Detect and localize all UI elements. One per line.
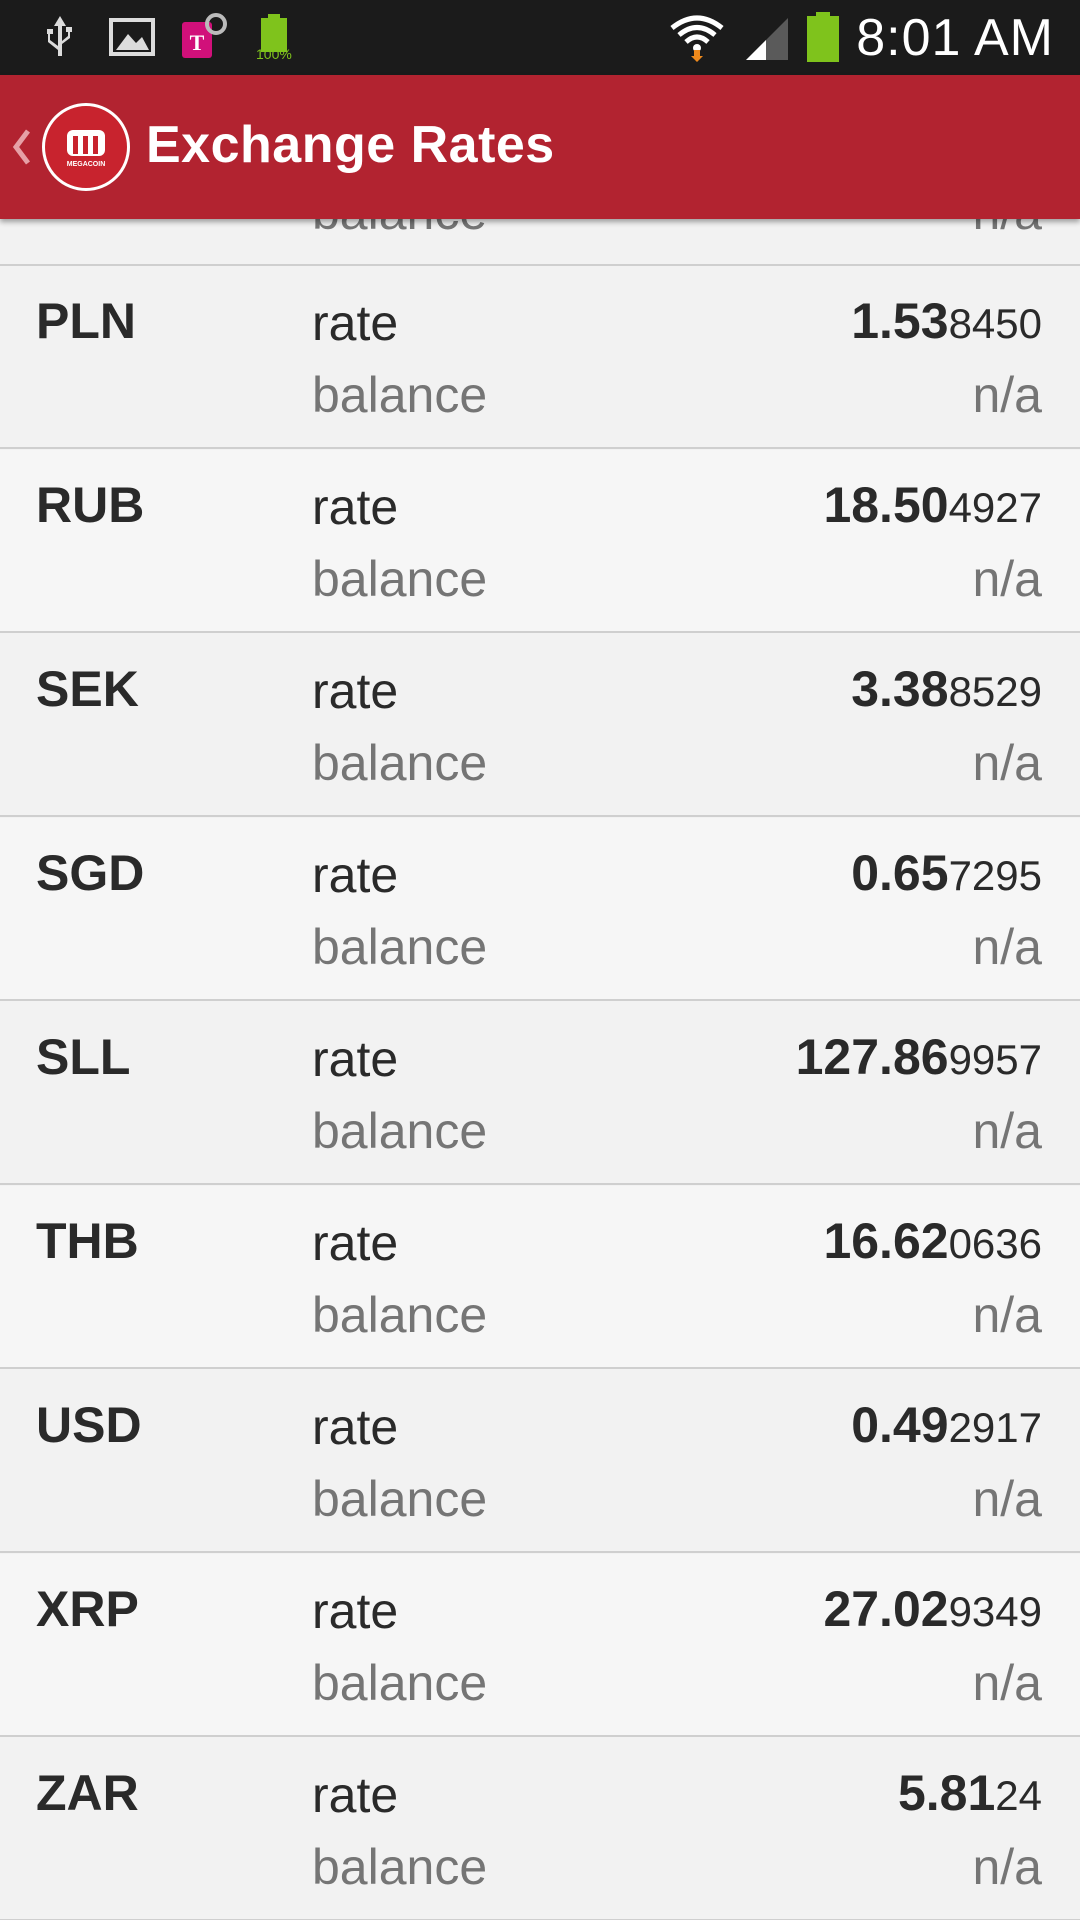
currency-code: RUB bbox=[36, 477, 145, 533]
list-item-pln[interactable]: PLN rate 1.538450 balance n/a bbox=[0, 266, 1080, 449]
status-time: 8:01 AM bbox=[856, 9, 1054, 67]
rate-value-major: 127.86 bbox=[795, 1029, 949, 1085]
balance-value: n/a bbox=[972, 1839, 1042, 1895]
balance-value: n/a bbox=[972, 551, 1042, 607]
list-item-rub[interactable]: RUB rate 18.504927 balance n/a bbox=[0, 450, 1080, 633]
rate-value-minor: 24 bbox=[995, 1772, 1042, 1819]
rate-label: rate bbox=[312, 663, 399, 719]
signal-icon bbox=[746, 18, 788, 60]
rate-value: 3.388529 bbox=[851, 660, 1042, 718]
rate-value-minor: 8450 bbox=[948, 300, 1042, 347]
balance-value: n/a bbox=[972, 1103, 1042, 1159]
rate-value-major: 3.38 bbox=[851, 661, 949, 717]
rate-value-minor: 2917 bbox=[948, 1404, 1042, 1451]
balance-label: balance bbox=[312, 219, 487, 241]
balance-label: balance bbox=[312, 1839, 488, 1895]
currency-code: SEK bbox=[36, 661, 139, 717]
page-title: Exchange Rates bbox=[146, 116, 555, 174]
rate-label: rate bbox=[312, 295, 399, 351]
svg-text:T: T bbox=[190, 30, 205, 55]
balance-label: balance bbox=[312, 1103, 488, 1159]
logo-text: MEGACOIN bbox=[67, 161, 106, 168]
rate-value: 5.8124 bbox=[898, 1764, 1042, 1822]
rate-value-minor: 8529 bbox=[948, 668, 1042, 715]
megacoin-logo-icon: MEGACOIN bbox=[67, 130, 106, 168]
rate-label: rate bbox=[312, 1583, 399, 1639]
balance-value: n/a bbox=[972, 219, 1042, 241]
rate-label: rate bbox=[312, 479, 399, 535]
list-item-partial[interactable]: balance n/a bbox=[0, 219, 1080, 266]
rate-value: 16.620636 bbox=[823, 1212, 1042, 1270]
rate-label: rate bbox=[312, 1031, 399, 1087]
rate-value-minor: 9349 bbox=[948, 1588, 1042, 1635]
balance-label: balance bbox=[312, 551, 488, 607]
balance-value: n/a bbox=[972, 735, 1042, 791]
balance-label: balance bbox=[312, 1287, 488, 1343]
exchange-rate-list[interactable]: balance n/a PLNrate1.538450balancen/aRUB… bbox=[0, 219, 1080, 1920]
image-icon bbox=[109, 18, 155, 56]
balance-label: balance bbox=[312, 735, 488, 791]
rate-value: 18.504927 bbox=[823, 476, 1042, 534]
app-logo[interactable]: MEGACOIN bbox=[42, 103, 130, 191]
list-item-xrp[interactable]: XRP rate 27.029349 balance n/a bbox=[0, 1554, 1080, 1737]
currency-code: ZAR bbox=[36, 1765, 139, 1821]
rate-value-major: 0.65 bbox=[851, 845, 949, 901]
rate-value-minor: 4927 bbox=[948, 484, 1042, 531]
rate-value: 0.492917 bbox=[851, 1396, 1042, 1454]
rate-label: rate bbox=[312, 1399, 399, 1455]
rate-label: rate bbox=[312, 1767, 399, 1823]
list-item-sgd[interactable]: SGD rate 0.657295 balance n/a bbox=[0, 818, 1080, 1001]
battery-icon bbox=[807, 12, 839, 62]
usb-icon bbox=[47, 16, 72, 56]
list-item-sek[interactable]: SEK rate 3.388529 balance n/a bbox=[0, 634, 1080, 817]
currency-code: THB bbox=[36, 1213, 139, 1269]
balance-value: n/a bbox=[972, 1471, 1042, 1527]
rate-value: 1.538450 bbox=[851, 292, 1042, 350]
rate-value-major: 18.50 bbox=[823, 477, 949, 533]
rate-value-major: 5.81 bbox=[897, 1765, 996, 1821]
balance-label: balance bbox=[312, 1471, 488, 1527]
wifi-icon bbox=[670, 15, 724, 62]
back-caret-icon[interactable] bbox=[10, 127, 32, 167]
status-bar: T 100% 8:01 AM bbox=[0, 0, 1080, 75]
balance-label: balance bbox=[312, 1655, 488, 1711]
battery-percent-label: 100% bbox=[256, 46, 292, 62]
currency-code: USD bbox=[36, 1397, 142, 1453]
balance-value: n/a bbox=[972, 1287, 1042, 1343]
t-mobile-icon: T bbox=[182, 13, 227, 58]
rate-value: 27.029349 bbox=[823, 1580, 1042, 1638]
rate-value-major: 1.53 bbox=[851, 293, 949, 349]
list-item-sll[interactable]: SLL rate 127.869957 balance n/a bbox=[0, 1002, 1080, 1185]
rate-label: rate bbox=[312, 1215, 399, 1271]
currency-code: SLL bbox=[36, 1029, 131, 1085]
balance-label: balance bbox=[312, 367, 488, 423]
rate-value-major: 16.62 bbox=[823, 1213, 949, 1269]
rate-value-major: 0.49 bbox=[851, 1397, 949, 1453]
currency-code: PLN bbox=[36, 293, 136, 349]
rate-value: 127.869957 bbox=[796, 1028, 1042, 1086]
rate-value: 0.657295 bbox=[851, 844, 1042, 902]
list-item-usd[interactable]: USD rate 0.492917 balance n/a bbox=[0, 1370, 1080, 1553]
balance-label: balance bbox=[312, 919, 488, 975]
balance-value: n/a bbox=[972, 1655, 1042, 1711]
list-item-zar[interactable]: ZAR rate 5.8124 balance n/a bbox=[0, 1738, 1080, 1920]
currency-code: XRP bbox=[36, 1581, 139, 1637]
balance-value: n/a bbox=[972, 367, 1042, 423]
rate-value-major: 27.02 bbox=[823, 1581, 949, 1637]
balance-value: n/a bbox=[972, 919, 1042, 975]
currency-code: SGD bbox=[36, 845, 145, 901]
rate-value-minor: 0636 bbox=[948, 1220, 1042, 1267]
rate-value-minor: 9957 bbox=[948, 1036, 1042, 1083]
list-item-thb[interactable]: THB rate 16.620636 balance n/a bbox=[0, 1186, 1080, 1369]
rate-label: rate bbox=[312, 847, 399, 903]
app-bar: MEGACOIN Exchange Rates bbox=[0, 75, 1080, 219]
rate-value-minor: 7295 bbox=[948, 852, 1042, 899]
